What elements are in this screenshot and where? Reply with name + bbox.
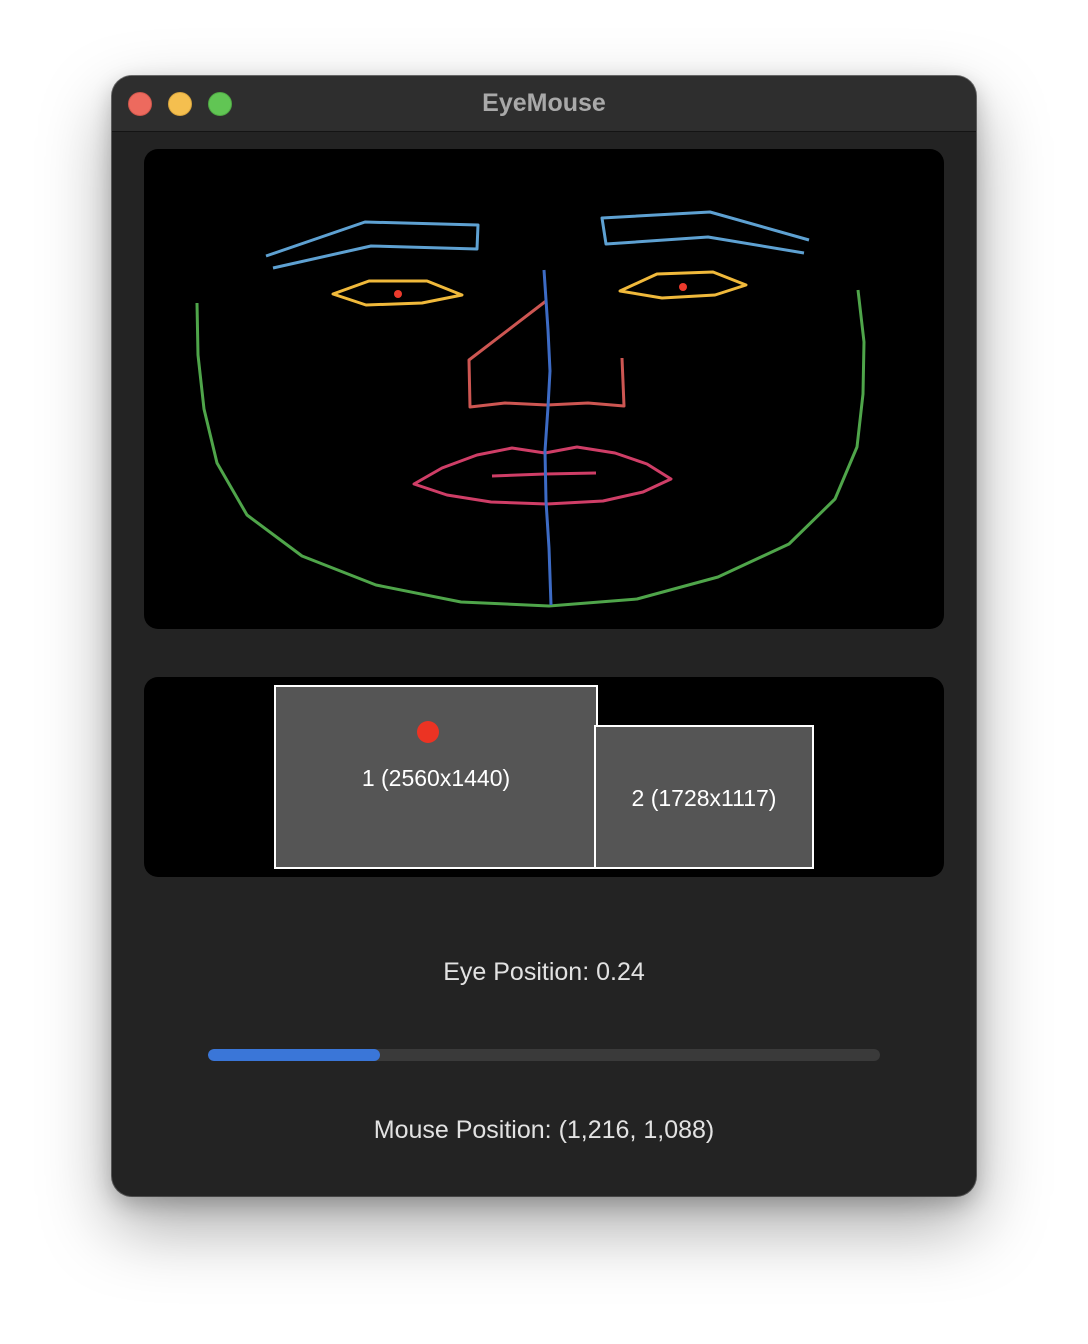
eye-position-progress-fill — [208, 1049, 381, 1061]
app-window: EyeMouse 1 (2560x1440) 2 (1728x1117) Eye… — [112, 76, 976, 1196]
left-pupil — [394, 290, 402, 298]
right-eyebrow — [600, 210, 810, 255]
display-2[interactable]: 2 (1728x1117) — [594, 725, 814, 869]
window-title: EyeMouse — [482, 89, 606, 117]
display-2-label: 2 (1728x1117) — [631, 785, 777, 811]
face-landmark-view — [144, 149, 944, 629]
display-1-label: 1 (2560x1440) — [361, 765, 511, 791]
gaze-indicator-dot — [417, 721, 439, 743]
face-landmark-canvas — [195, 210, 866, 608]
face-midline — [542, 269, 553, 606]
right-pupil — [679, 283, 687, 291]
title-bar[interactable]: EyeMouse — [112, 76, 976, 132]
left-eyebrow — [265, 220, 480, 270]
display-arrangement: 1 (2560x1440) 2 (1728x1117) — [144, 677, 944, 877]
jaw-outline — [195, 289, 866, 608]
display-1[interactable]: 1 (2560x1440) — [274, 685, 598, 869]
eye-position-label: Eye Position: 0.24 — [443, 958, 645, 986]
mouse-position-label: Mouse Position: (1,216, 1,088) — [373, 1116, 715, 1144]
eye-position-progress-bar — [208, 1049, 880, 1061]
